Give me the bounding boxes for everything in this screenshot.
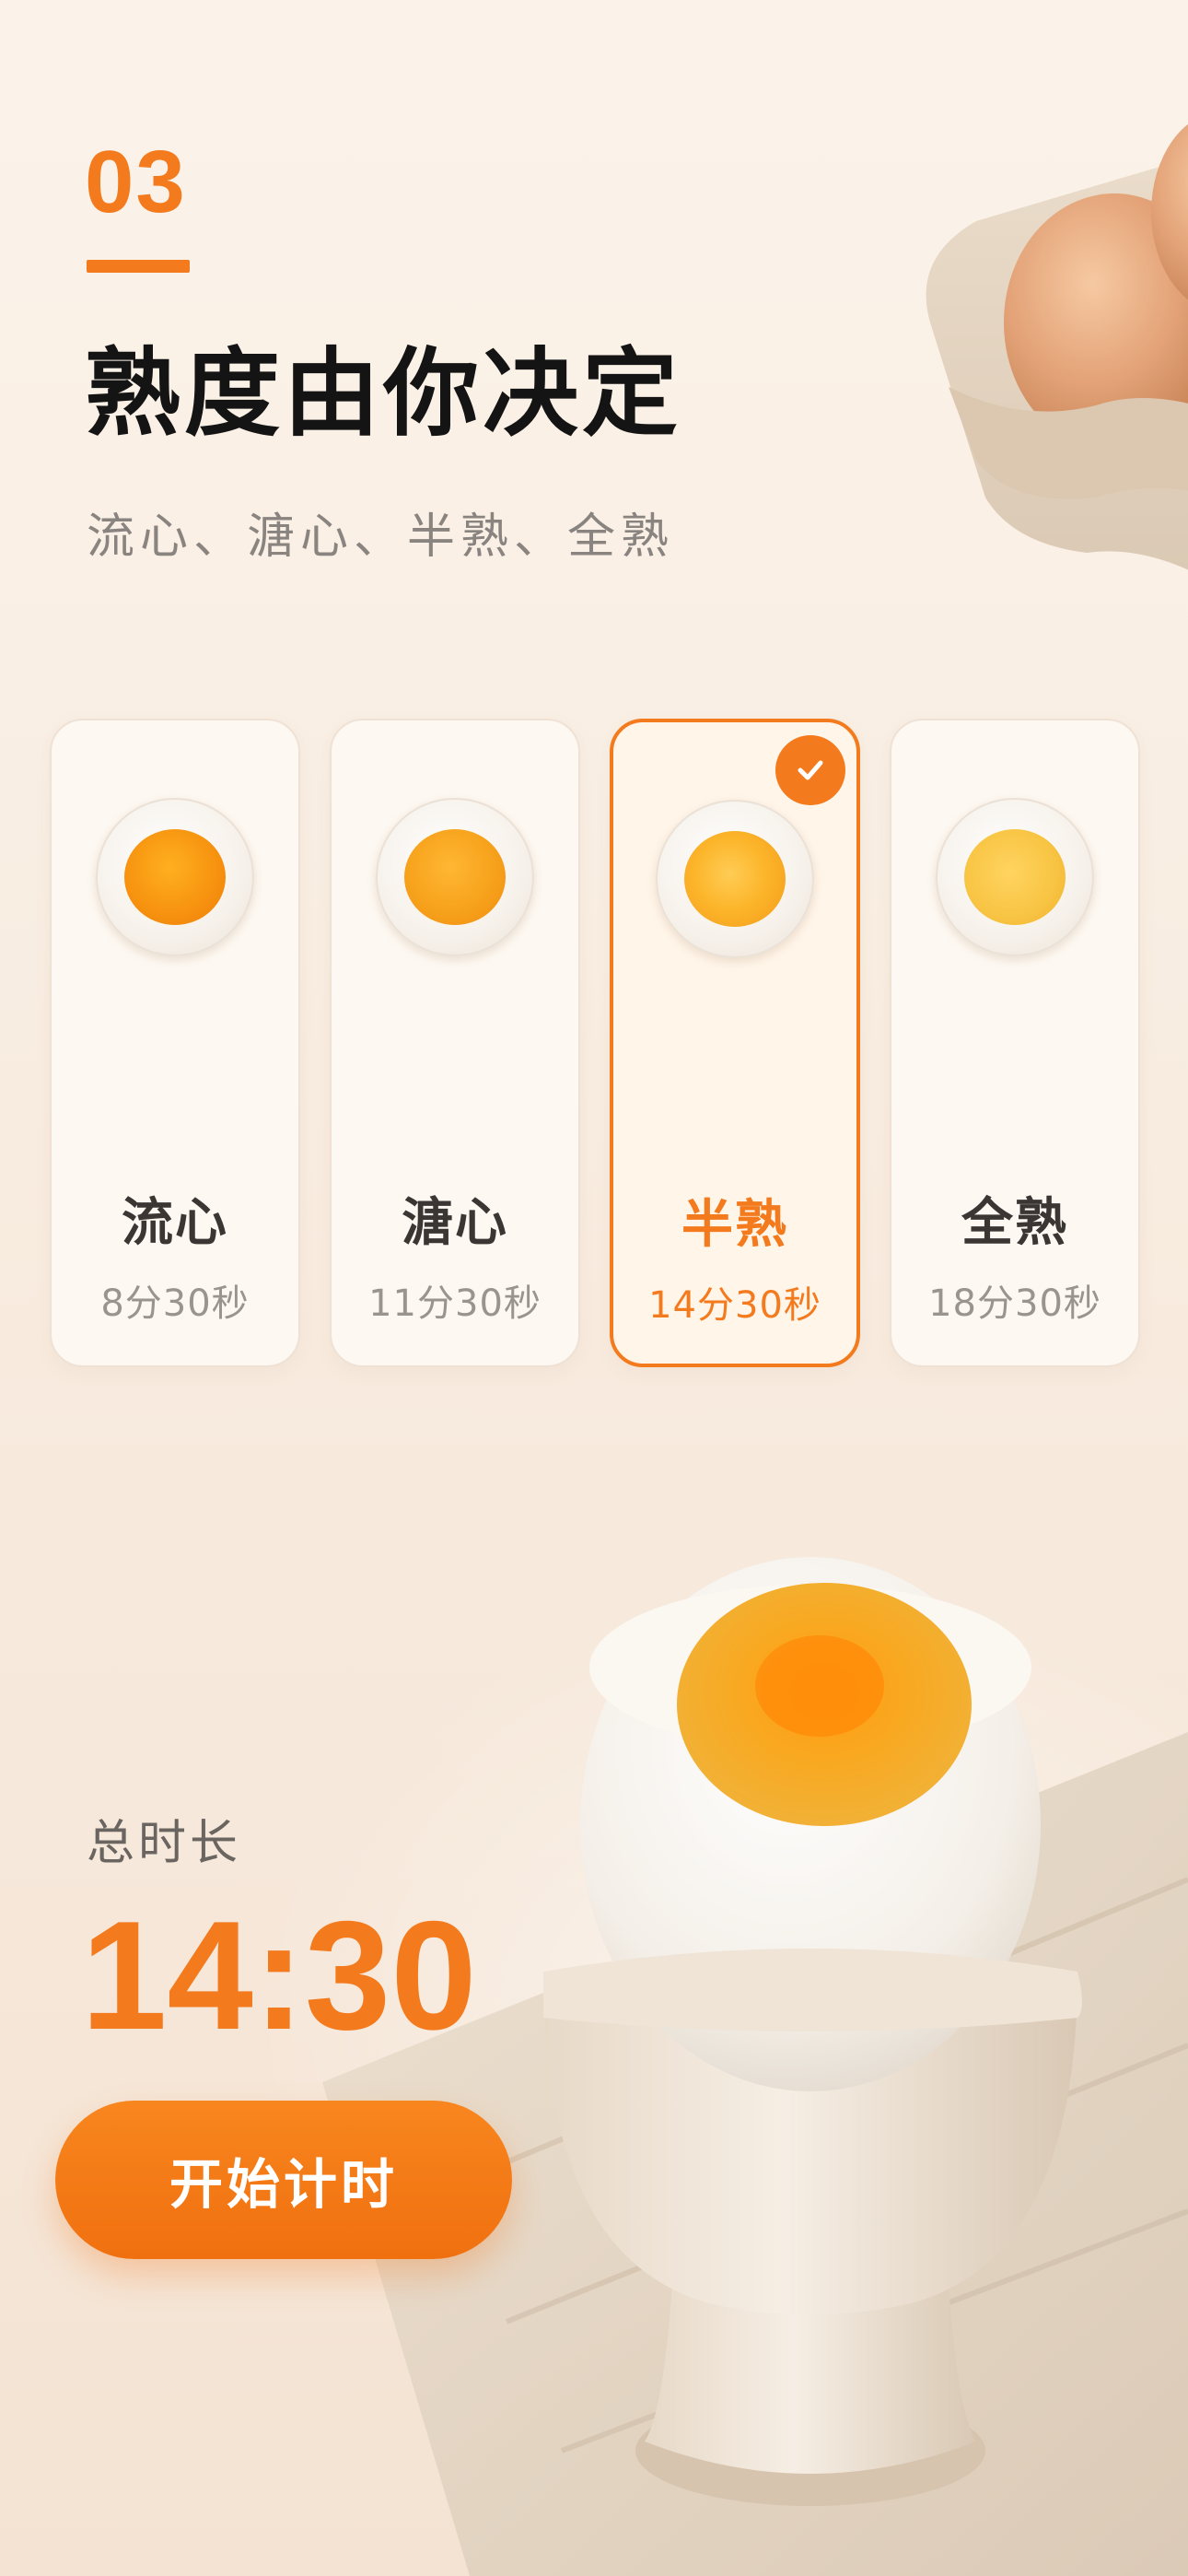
egg-plate-icon	[376, 798, 534, 956]
egg-plate-icon	[936, 798, 1094, 956]
hard-yolk-icon	[964, 829, 1066, 925]
option-time: 14分30秒	[648, 1284, 821, 1327]
egg-plate-icon	[96, 798, 254, 956]
total-duration-label: 总时长	[87, 1816, 242, 1871]
option-label: 溏心	[402, 1193, 508, 1253]
option-label: 全熟	[961, 1193, 1068, 1253]
egg-plate-icon	[656, 800, 814, 958]
egg-carton-image	[926, 123, 1188, 570]
step-number: 03	[85, 133, 187, 231]
check-icon	[775, 735, 845, 805]
total-duration-value: 14:30	[81, 1889, 477, 2062]
jammy-yolk-icon	[404, 829, 506, 925]
option-time: 18分30秒	[928, 1282, 1101, 1325]
page-subtitle: 流心、溏心、半熟、全熟	[87, 509, 675, 565]
page-title: 熟度由你决定	[85, 337, 682, 450]
option-time: 8分30秒	[100, 1282, 250, 1325]
start-timer-button[interactable]: 开始计时	[55, 2101, 512, 2259]
step-underline	[87, 260, 190, 273]
option-card-hard[interactable]: 全熟 18分30秒	[890, 719, 1140, 1367]
option-label: 半熟	[681, 1195, 788, 1255]
option-label: 流心	[122, 1193, 228, 1253]
option-card-runny[interactable]: 流心 8分30秒	[50, 719, 300, 1367]
option-card-jammy[interactable]: 溏心 11分30秒	[330, 719, 580, 1367]
option-card-medium[interactable]: 半熟 14分30秒	[610, 719, 860, 1367]
medium-yolk-icon	[684, 831, 786, 927]
runny-yolk-icon	[124, 829, 226, 925]
option-time: 11分30秒	[368, 1282, 542, 1325]
doneness-options: 流心 8分30秒 溏心 11分30秒 半熟 14分30秒 全熟 18分30秒	[50, 719, 1140, 1371]
